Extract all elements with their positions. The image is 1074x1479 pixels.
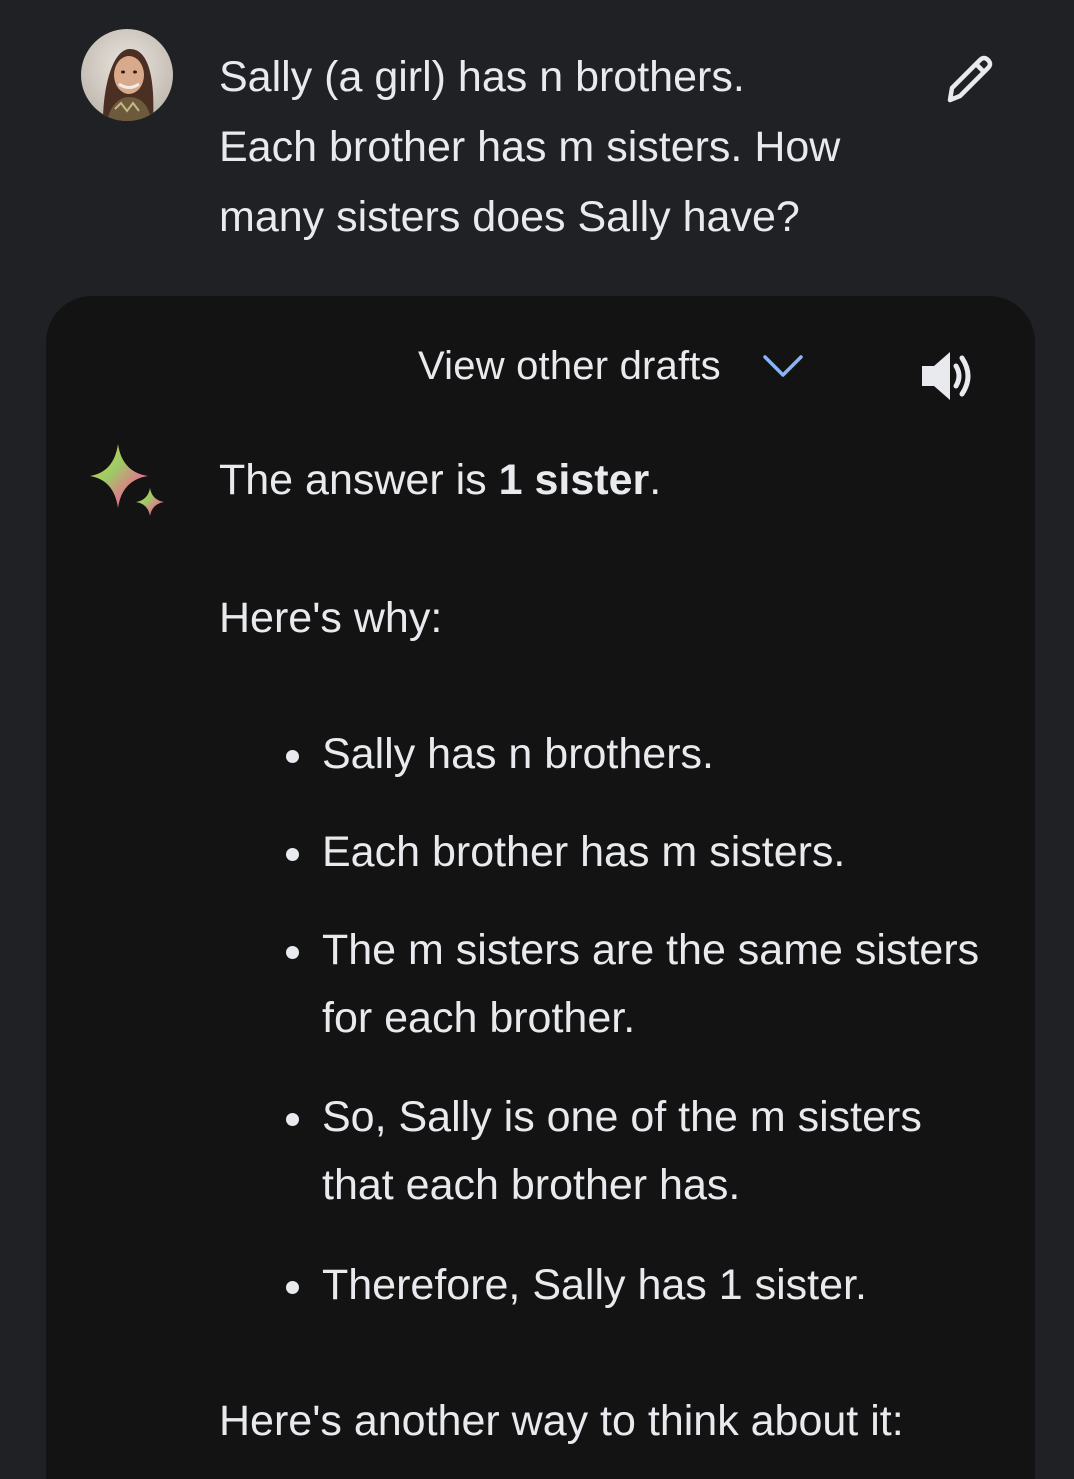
prompt-line: Each brother has m sisters. How [219, 123, 841, 171]
view-other-drafts-button[interactable]: View other drafts [418, 338, 805, 394]
bullet-item: The m sisters are the same sisters for e… [282, 916, 1002, 1052]
prompt-line: Sally (a girl) has n brothers. [219, 53, 745, 101]
bullet-item: Sally has n brothers. [282, 720, 1002, 788]
chevron-down-icon [761, 351, 805, 381]
why-heading: Here's why: [219, 594, 443, 642]
bullet-item: Each brother has m sisters. [282, 818, 1002, 886]
bullet-item: Therefore, Sally has 1 sister. [282, 1251, 1002, 1319]
another-way-heading: Here's another way to think about it: [219, 1397, 904, 1445]
gemini-sparkle-icon [86, 440, 166, 520]
pencil-icon [947, 55, 993, 103]
answer-suffix: . [649, 456, 662, 504]
avatar-photo-icon [81, 29, 173, 121]
answer-prefix: The answer is [219, 456, 499, 504]
speaker-icon [922, 352, 971, 400]
chat-page: Sally (a girl) has n brothers. Each brot… [0, 0, 1074, 1479]
user-avatar[interactable] [81, 29, 173, 121]
drafts-label: View other drafts [418, 343, 721, 388]
listen-button[interactable] [916, 346, 980, 406]
prompt-line: many sisters does Sally have? [219, 193, 800, 241]
edit-prompt-button[interactable] [930, 42, 1002, 114]
user-prompt: Sally (a girl) has n brothers. Each brot… [219, 42, 919, 252]
bullet-item: So, Sally is one of the m sisters that e… [282, 1083, 1002, 1219]
answer-text: The answer is 1 sister. [219, 452, 661, 508]
answer-bold: 1 sister [498, 456, 650, 504]
